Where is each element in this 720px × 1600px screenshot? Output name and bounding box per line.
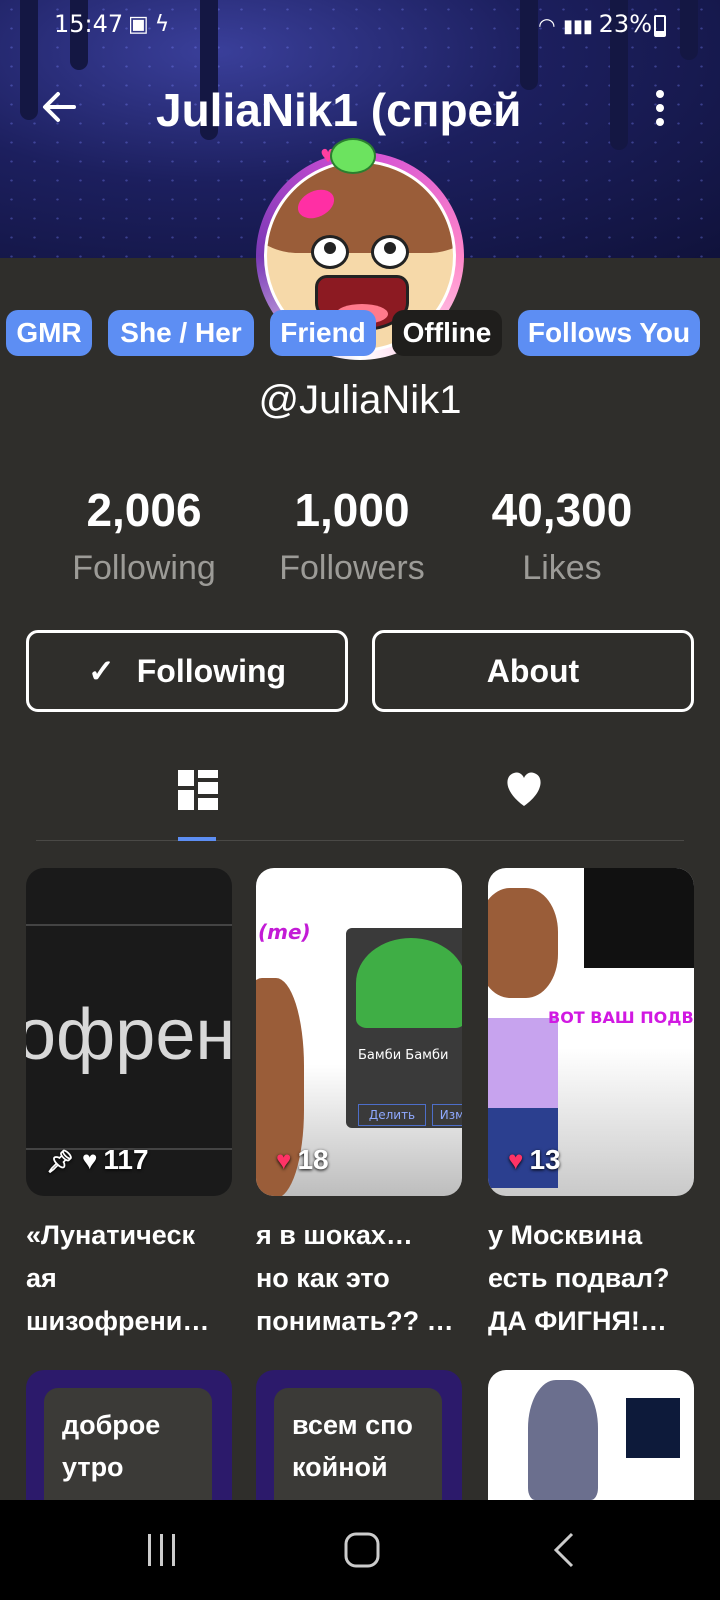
stat-label: Followers [279,549,425,587]
heart-icon [507,772,541,806]
stat-followers[interactable]: 1,000 Followers [252,480,452,596]
tag-follows-you: Follows You [518,310,700,356]
status-right: ◠ ▮▮▮ 23% [538,10,652,38]
stat-label: Following [72,549,216,587]
tag-pronouns[interactable]: She / Her [108,310,254,356]
recent-apps-icon[interactable] [132,1530,192,1570]
tag-friend[interactable]: Friend [270,310,376,356]
post-thumb-text: офрен [26,995,232,1075]
heart-icon: ♥ [508,1145,524,1175]
signal-icon: ▮▮▮ [563,16,599,37]
like-count: 18 [297,1144,329,1175]
stat-likes[interactable]: 40,300 Likes [462,480,662,596]
status-bar: 15:47 ▣ϟ ◠ ▮▮▮ 23% [0,10,720,42]
stat-value: 40,300 [491,484,633,536]
about-button-label: About [486,653,580,689]
grid-layout-icon [178,770,218,810]
system-nav-bar [0,1500,720,1600]
active-tab-indicator [178,837,216,841]
stat-label: Likes [522,549,602,587]
post-thumb-text: (me) [258,920,311,944]
following-button[interactable]: ✓ Following [26,630,348,712]
post-title[interactable]: у Москвина есть подвал? ДА ФИГНЯ!… [488,1214,700,1343]
profile-handle: @JuliaNik1 [258,378,462,422]
following-button-label: Following [136,653,287,689]
post-chip: всем спо койной [274,1388,442,1500]
check-icon: ✓ [87,653,115,689]
back-icon[interactable] [536,1530,596,1570]
post-card[interactable]: доброе утро [26,1370,232,1500]
post-card[interactable]: офрен 📌︎ ♥ 117 [26,868,232,1196]
post-card[interactable]: всем спо койной [256,1370,462,1500]
about-button[interactable]: About [372,630,694,712]
thumb-edit: Изм [432,1104,462,1126]
thumb-caption: Бамби Бамби [358,1048,449,1063]
more-vertical-icon[interactable] [650,86,670,130]
pin-icon: 📌︎ [46,1149,74,1174]
like-count: 117 [103,1144,149,1175]
wifi-icon: ◠ [538,13,556,37]
stat-value: 1,000 [294,484,410,536]
like-count: 13 [529,1144,561,1175]
tag-offline: Offline [392,310,502,356]
thumb-share: Делить [358,1104,426,1126]
stat-following[interactable]: 2,006 Following [44,480,244,596]
post-card[interactable] [488,1370,694,1500]
heart-icon: ♥ [276,1145,292,1175]
post-likes: ♥ 13 [508,1144,561,1176]
page-title: JuliaNik1 (спрей [156,84,522,136]
back-arrow-icon[interactable] [36,82,86,132]
tab-posts[interactable] [168,758,228,818]
battery-icon [654,15,666,37]
status-time: 15:47 [54,10,124,38]
heart-icon: ♥ [81,1145,98,1175]
home-icon[interactable] [332,1530,392,1570]
battery-text: 23% [598,10,652,38]
tag-gmr[interactable]: GMR [6,310,92,356]
notification-icons: ▣ϟ [128,12,176,37]
frog-frame-icon [330,138,376,174]
tab-divider [36,840,684,841]
post-chip: доброе утро [44,1388,212,1500]
post-likes: 📌︎ ♥ 117 [46,1144,149,1176]
stat-value: 2,006 [86,484,202,536]
post-card[interactable]: (me) Бамби Бамби Делить Изм ♥ 18 [256,868,462,1196]
post-title[interactable]: «Лунатическ ая шизофрени… [26,1214,238,1343]
post-title[interactable]: я в шоках… но как это понимать?? … [256,1214,468,1343]
post-thumb-text: ВОТ ВАШ ПОДВАЛ!! [548,1008,694,1027]
post-card[interactable]: ВОТ ВАШ ПОДВАЛ!! ♥13 [488,868,694,1196]
post-likes: ♥ 18 [276,1144,329,1176]
tab-liked[interactable] [494,758,554,818]
